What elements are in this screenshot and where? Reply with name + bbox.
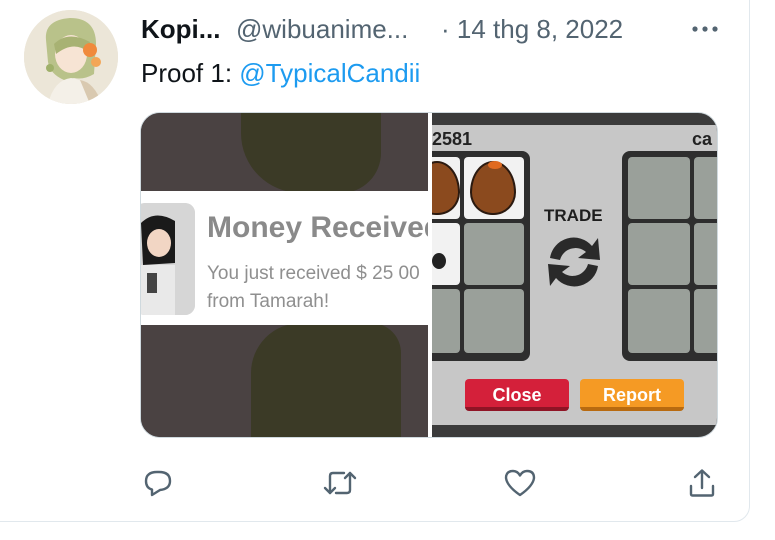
reply-button[interactable] xyxy=(140,465,176,501)
trade-slot[interactable] xyxy=(464,223,524,285)
share-button[interactable] xyxy=(684,465,720,501)
like-button[interactable] xyxy=(502,465,538,501)
trade-slot[interactable] xyxy=(628,289,690,353)
tweet-date[interactable]: · 14 thg 8, 2022 xyxy=(441,12,623,46)
notification-title: Money Received xyxy=(207,211,428,244)
share-icon xyxy=(689,469,715,497)
trade-slot[interactable] xyxy=(694,223,717,285)
background-rock xyxy=(241,113,381,193)
trade-right-user: ca xyxy=(692,129,713,149)
trade-slot[interactable] xyxy=(432,223,460,285)
trade-slot[interactable] xyxy=(432,289,460,353)
trade-slot[interactable] xyxy=(694,289,717,353)
egg-top xyxy=(488,161,502,169)
tweet-text: Proof 1: @TypicalCandii xyxy=(141,56,420,90)
tweet-media[interactable]: Money Received You just received $ 25 00… xyxy=(140,112,718,438)
right-trade-grid xyxy=(622,151,717,361)
trade-slot[interactable] xyxy=(432,157,460,219)
retweet-icon xyxy=(323,471,357,495)
tweet-header: Kopi... @wibuanime... · 14 thg 8, 2022 xyxy=(141,12,726,46)
trade-refresh-icon xyxy=(548,237,600,287)
background-rock xyxy=(251,323,401,437)
media-image-2[interactable]: 2581 ca TRADE Close Report xyxy=(432,113,717,437)
trade-window-bottombar xyxy=(432,425,717,437)
notification-line-2: from Tamarah! xyxy=(207,291,330,312)
avatar-image xyxy=(24,10,118,104)
trade-slot[interactable] xyxy=(694,157,717,219)
pet-item xyxy=(432,253,446,269)
media-image-1[interactable]: Money Received You just received $ 25 00… xyxy=(141,113,428,437)
retweet-button[interactable] xyxy=(322,465,358,501)
author-handle[interactable]: @wibuanime... xyxy=(236,12,408,46)
egg-item xyxy=(470,161,516,215)
trade-slot[interactable] xyxy=(628,223,690,285)
egg-item xyxy=(432,161,460,215)
trade-window-topbar xyxy=(432,113,717,125)
more-horizontal-icon xyxy=(692,26,718,32)
avatar[interactable] xyxy=(24,10,118,104)
money-notification: Money Received You just received $ 25 00… xyxy=(141,191,428,325)
left-trade-grid xyxy=(432,151,530,361)
reply-icon xyxy=(144,470,172,497)
trade-slot[interactable] xyxy=(628,157,690,219)
more-options-button[interactable] xyxy=(685,12,725,46)
notification-avatar xyxy=(141,203,195,315)
trade-slot[interactable] xyxy=(464,157,524,219)
tweet-actions xyxy=(140,465,720,501)
heart-icon xyxy=(504,469,536,497)
trade-left-user: 2581 xyxy=(432,129,473,149)
tweet-text-prefix: Proof 1: xyxy=(141,58,240,88)
mention-link[interactable]: @TypicalCandii xyxy=(239,58,420,88)
report-button[interactable]: Report xyxy=(580,379,684,411)
character-image xyxy=(141,203,195,315)
notification-line-1: You just received $ 25 00 xyxy=(207,263,420,284)
author-name[interactable]: Kopi... xyxy=(141,12,220,46)
close-button[interactable]: Close xyxy=(465,379,569,411)
trade-label: TRADE xyxy=(544,206,603,225)
trade-slot[interactable] xyxy=(464,289,524,353)
